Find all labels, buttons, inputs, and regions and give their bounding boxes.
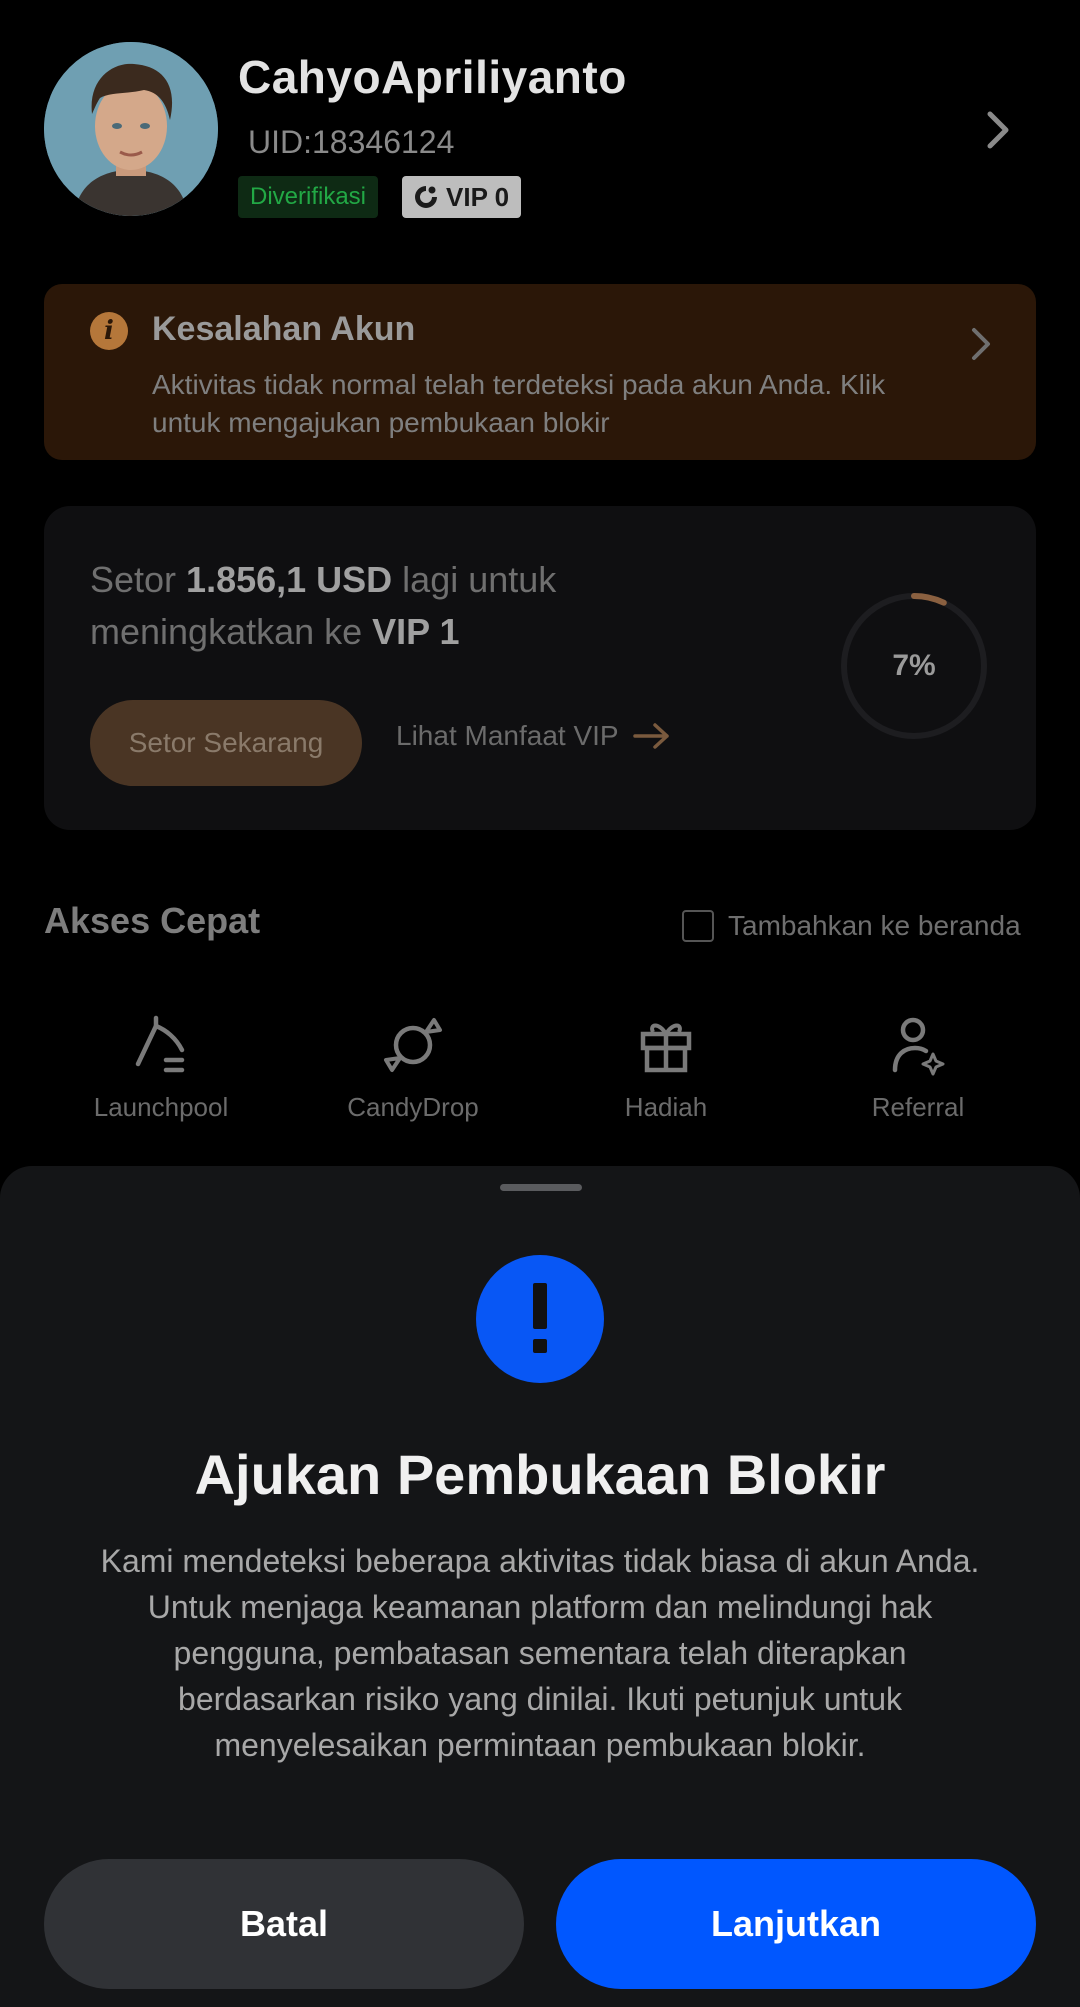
profile-header[interactable]: CahyoApriliyanto UID:18346124 Diverifika… bbox=[44, 42, 1044, 222]
quick-access-label: Launchpool bbox=[93, 1092, 229, 1122]
gift-icon bbox=[640, 1023, 692, 1073]
vip-benefits-link[interactable]: Lihat Manfaat VIP bbox=[396, 720, 673, 752]
quick-access-label: Hadiah bbox=[624, 1092, 708, 1122]
vip-upgrade-text: Setor 1.856,1 USD lagi untuk meningkatka… bbox=[90, 559, 557, 652]
continue-button[interactable]: Lanjutkan bbox=[556, 1859, 1036, 1989]
profile-page: CahyoApriliyanto UID:18346124 Diverifika… bbox=[0, 0, 1080, 2007]
vip-badge-label: VIP 0 bbox=[446, 182, 510, 212]
unblock-request-sheet: Ajukan Pembukaan Blokir Kami mendeteksi … bbox=[0, 1166, 1080, 2007]
vip-benefits-label: Lihat Manfaat VIP bbox=[396, 720, 619, 751]
user-avatar-photo bbox=[44, 42, 218, 216]
account-error-banner[interactable]: i Kesalahan Akun Aktivitas tidak normal … bbox=[44, 284, 1036, 460]
deposit-now-button[interactable]: Setor Sekarang bbox=[90, 700, 362, 786]
progress-percent: 7% bbox=[892, 649, 936, 682]
quick-access-label: Referral bbox=[871, 1092, 965, 1122]
avatar[interactable] bbox=[44, 42, 218, 216]
sheet-drag-handle[interactable] bbox=[500, 1184, 582, 1191]
alert-title: Kesalahan Akun bbox=[152, 310, 416, 348]
verified-badge: Diverifikasi bbox=[238, 176, 379, 218]
quick-access-grid: Launchpool CandyDrop Hadiah Referral bbox=[0, 1010, 1080, 1150]
candy-icon bbox=[384, 1018, 442, 1072]
deposit-amount: 1.856,1 USD bbox=[186, 559, 393, 600]
target-vip-level: VIP 1 bbox=[372, 611, 460, 652]
sheet-title: Ajukan Pembukaan Blokir bbox=[194, 1443, 886, 1506]
quick-access-referral[interactable]: Referral bbox=[808, 1010, 1028, 1123]
vip-badge[interactable]: VIP 0 bbox=[402, 176, 522, 218]
exclamation-icon bbox=[476, 1255, 604, 1383]
referral-user-icon bbox=[892, 1017, 945, 1076]
quick-access-launchpool[interactable]: Launchpool bbox=[51, 1010, 271, 1123]
quick-access-reward[interactable]: Hadiah bbox=[556, 1010, 776, 1123]
alert-message: Aktivitas tidak normal telah terdeteksi … bbox=[152, 369, 886, 438]
sheet-message: Kami mendeteksi beberapa aktivitas tidak… bbox=[100, 1543, 980, 1763]
add-to-home-toggle[interactable]: Tambahkan ke beranda bbox=[682, 910, 1021, 942]
quick-access-title: Akses Cepat bbox=[44, 900, 261, 941]
launchpool-icon bbox=[135, 1015, 185, 1073]
user-id[interactable]: UID:18346124 bbox=[248, 124, 454, 161]
cancel-button[interactable]: Batal bbox=[44, 1859, 524, 1989]
arrow-right-icon bbox=[632, 723, 669, 749]
add-to-home-label: Tambahkan ke beranda bbox=[728, 910, 1021, 941]
quick-access-candydrop[interactable]: CandyDrop bbox=[303, 1010, 523, 1123]
add-to-home-checkbox[interactable] bbox=[682, 910, 714, 942]
chevron-right-icon[interactable] bbox=[978, 106, 1018, 154]
quick-access-label: CandyDrop bbox=[347, 1092, 479, 1122]
vip-progress-card: Setor 1.856,1 USD lagi untuk meningkatka… bbox=[44, 506, 1036, 830]
chevron-right-icon bbox=[972, 328, 990, 360]
info-icon: i bbox=[90, 312, 128, 350]
username: CahyoApriliyanto bbox=[238, 51, 627, 103]
vip-level-icon bbox=[415, 186, 437, 208]
